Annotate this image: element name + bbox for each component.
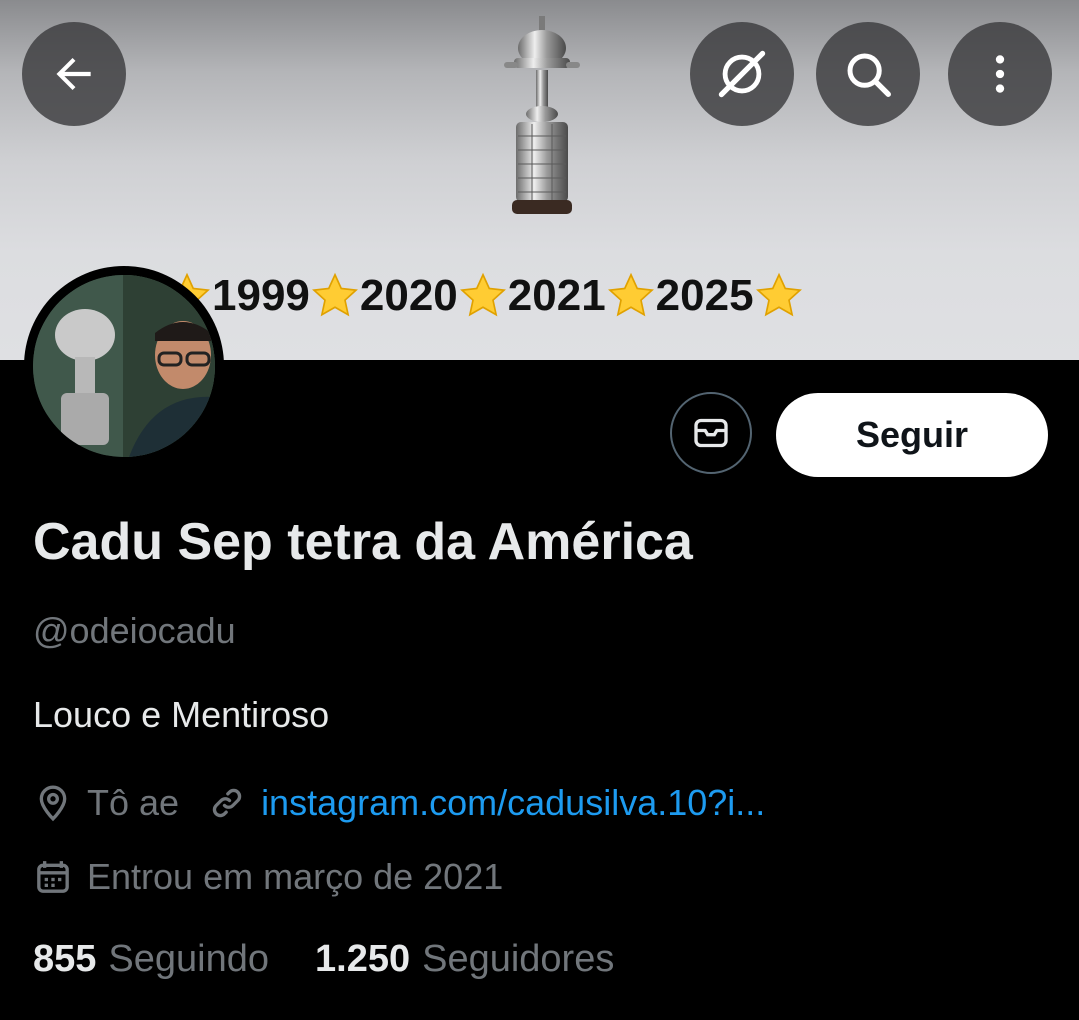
grok-icon <box>718 50 766 98</box>
user-bio: Louco e Mentiroso <box>33 694 330 735</box>
banner-year: 2021 <box>507 271 606 320</box>
following-count: 855 <box>33 938 97 980</box>
followers-label: Seguidores <box>422 938 615 980</box>
followers-count: 1.250 <box>315 938 411 980</box>
profile-stats: 855 Seguindo 1.250 Seguidores <box>33 938 614 981</box>
banner-years-text: 1999 2020 2021 2025 <box>162 266 804 326</box>
grok-button[interactable] <box>690 22 794 126</box>
avatar-photo <box>33 275 215 457</box>
star-icon <box>459 272 506 317</box>
follow-button[interactable]: Seguir <box>776 393 1048 477</box>
profile-link[interactable]: instagram.com/cadusilva.10?i... <box>261 782 765 824</box>
location-and-link-row: Tô ae instagram.com/cadusilva.10?i... <box>33 778 765 828</box>
user-handle: @odeiocadu <box>33 610 236 651</box>
avatar[interactable] <box>24 266 224 466</box>
following-label: Seguindo <box>108 938 269 980</box>
search-icon <box>847 53 891 97</box>
arrow-left-icon <box>56 57 91 91</box>
envelope-icon <box>694 418 728 448</box>
more-button[interactable] <box>948 22 1052 126</box>
star-icon <box>607 272 654 317</box>
display-name: Cadu Sep tetra da América <box>33 513 693 571</box>
location-text: Tô ae <box>87 782 180 823</box>
trophy-image <box>504 16 580 214</box>
location-pin-icon <box>39 785 67 822</box>
following-stat[interactable]: 855 Seguindo <box>33 938 269 981</box>
back-button[interactable] <box>22 22 126 126</box>
joined-row: Entrou em março de 2021 <box>33 852 503 902</box>
search-button[interactable] <box>816 22 920 126</box>
message-button[interactable] <box>670 392 752 474</box>
banner-year: 2020 <box>359 271 458 320</box>
joined-text: Entrou em março de 2021 <box>87 856 504 897</box>
followers-stat[interactable]: 1.250 Seguidores <box>315 938 614 981</box>
banner-year: 1999 <box>212 271 310 320</box>
banner-year: 2025 <box>655 271 754 320</box>
more-vertical-icon <box>995 55 1005 93</box>
star-icon <box>311 272 358 317</box>
link-icon <box>212 788 242 818</box>
calendar-icon <box>37 861 69 893</box>
star-icon <box>755 272 802 317</box>
